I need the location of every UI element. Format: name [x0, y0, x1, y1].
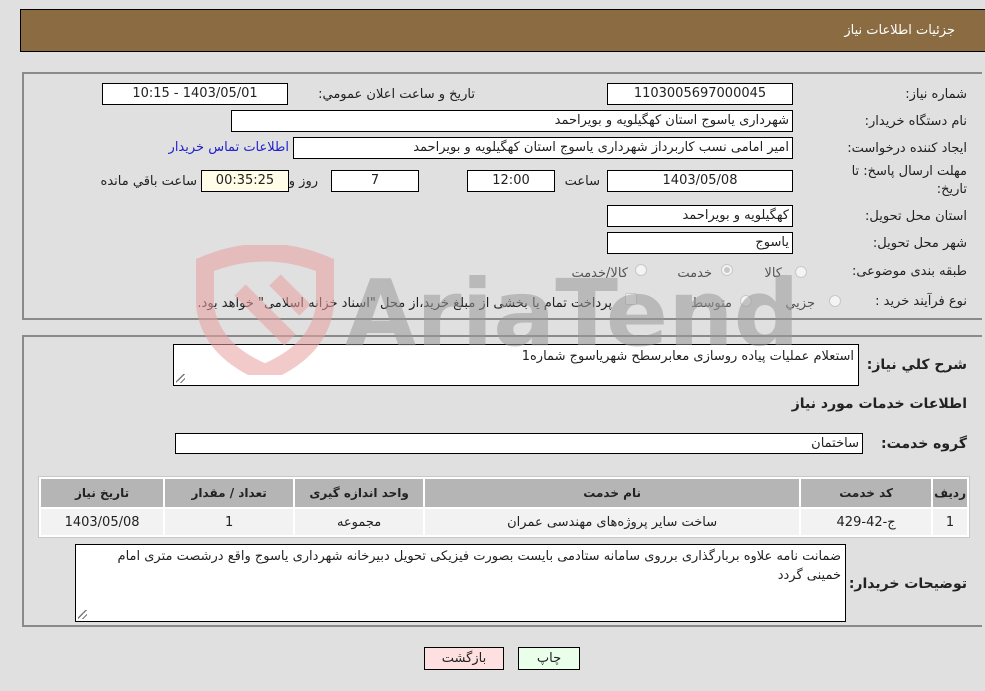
- province-label: استان محل تحویل:: [865, 209, 967, 224]
- services-heading: اطلاعات خدمات مورد نياز: [791, 396, 967, 412]
- col-header-quantity: تعداد / مقدار: [165, 479, 294, 507]
- process-type-label: نوع فرآیند خرید :: [875, 294, 967, 309]
- category-radio-service[interactable]: [721, 264, 733, 276]
- cell-row-number: 1: [933, 509, 967, 535]
- buyer-notes-textarea[interactable]: ضمانت نامه علاوه بربارگذاری برروی سامانه…: [75, 544, 846, 622]
- buyer-notes-text: ضمانت نامه علاوه بربارگذاری برروی سامانه…: [117, 549, 841, 583]
- print-button[interactable]: چاپ: [518, 647, 580, 670]
- city-field[interactable]: یاسوج: [607, 232, 793, 254]
- cell-service-name: ساخت سایر پروژه‌های مهندسی عمران: [425, 509, 800, 535]
- deadline-date-field[interactable]: 1403/05/08: [607, 170, 793, 192]
- summary-label: شرح كلي نياز:: [866, 357, 967, 373]
- category-option-goods: کالا: [764, 266, 782, 281]
- buyer-contact-link[interactable]: اطلاعات تماس خریدار: [169, 140, 289, 155]
- summary-text: استعلام عملیات پیاده روسازی معابرسطح شهر…: [521, 349, 854, 364]
- treasury-checkbox[interactable]: [625, 293, 637, 305]
- resize-grip-icon[interactable]: [78, 610, 87, 619]
- resize-grip-icon[interactable]: [176, 374, 185, 383]
- buyer-org-field[interactable]: شهرداری یاسوج استان کهگیلویه و بویراحمد: [231, 110, 793, 132]
- remaining-label: ساعت باقي مانده: [100, 174, 197, 189]
- buyer-org-label: نام دستگاه خریدار:: [864, 114, 967, 129]
- days-remaining-field[interactable]: 7: [331, 170, 419, 192]
- cell-unit: مجموعه: [295, 509, 424, 535]
- table-row: 1 ج-42-429 ساخت سایر پروژه‌های مهندسی عم…: [41, 509, 967, 535]
- back-button[interactable]: بازگشت: [424, 647, 504, 670]
- remaining-time-field[interactable]: 00:35:25: [201, 170, 289, 192]
- col-header-unit: واحد اندازه گیری: [295, 479, 424, 507]
- col-header-service-code: کد خدمت: [801, 479, 932, 507]
- deadline-label-line1: مهلت ارسال پاسخ: تا: [851, 164, 967, 179]
- page-title: جزئيات اطلاعات نياز: [844, 23, 955, 38]
- process-radio-medium[interactable]: [740, 295, 752, 307]
- category-radio-goods-service[interactable]: [635, 264, 647, 276]
- cell-need-date: 1403/05/08: [41, 509, 164, 535]
- deadline-time-field[interactable]: 12:00: [467, 170, 555, 192]
- treasury-note: پرداخت تمام یا بخشی از مبلغ خرید،از محل …: [197, 296, 612, 311]
- process-option-medium: متوسط: [691, 296, 732, 311]
- cell-quantity: 1: [165, 509, 294, 535]
- requester-label: ایجاد کننده درخواست:: [847, 141, 967, 156]
- services-table: ردیف کد خدمت نام خدمت واحد اندازه گیری ت…: [38, 476, 970, 538]
- category-option-service: خدمت: [677, 266, 712, 281]
- summary-textarea[interactable]: استعلام عملیات پیاده روسازی معابرسطح شهر…: [173, 344, 859, 386]
- service-group-field[interactable]: ساختمان: [175, 433, 863, 454]
- table-header-row: ردیف کد خدمت نام خدمت واحد اندازه گیری ت…: [41, 479, 967, 507]
- col-header-row-number: ردیف: [933, 479, 967, 507]
- process-option-minor: جزيي: [785, 296, 815, 311]
- province-field[interactable]: کهگیلویه و بویراحمد: [607, 205, 793, 227]
- page-header: جزئيات اطلاعات نياز: [20, 9, 985, 52]
- deadline-label-line2: تاریخ:: [936, 182, 967, 197]
- announce-datetime-field[interactable]: 1403/05/01 - 10:15: [102, 83, 288, 105]
- announce-label: تاريخ و ساعت اعلان عمومي:: [318, 87, 475, 102]
- col-header-need-date: تاریخ نیاز: [41, 479, 164, 507]
- col-header-service-name: نام خدمت: [425, 479, 800, 507]
- time-label: ساعت: [564, 174, 600, 189]
- buyer-notes-label: توضيحات خريدار:: [848, 576, 967, 592]
- category-radio-goods[interactable]: [795, 266, 807, 278]
- process-radio-minor[interactable]: [829, 295, 841, 307]
- days-label: روز و: [288, 174, 318, 189]
- city-label: شهر محل تحویل:: [872, 236, 967, 251]
- category-option-goods-service: کالا/خدمت: [571, 266, 628, 281]
- service-group-label: گروه خدمت:: [881, 436, 967, 452]
- need-number-field[interactable]: 1103005697000045: [607, 83, 793, 105]
- category-label: طبقه بندی موضوعی:: [851, 264, 967, 279]
- requester-field[interactable]: امیر امامی نسب کاربرداز شهرداری یاسوج اس…: [293, 137, 793, 159]
- cell-service-code: ج-42-429: [801, 509, 932, 535]
- need-number-label: شماره نیاز:: [905, 87, 967, 102]
